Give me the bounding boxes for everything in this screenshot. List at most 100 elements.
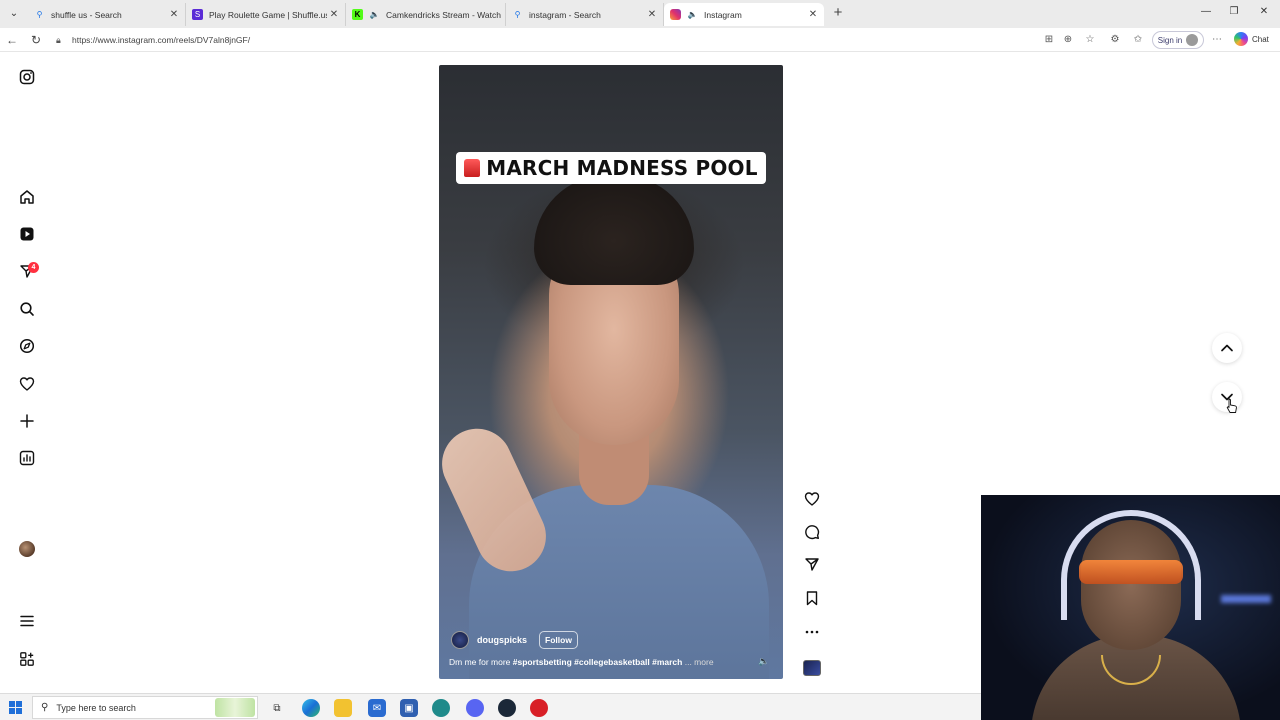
- reel-caption[interactable]: Dm me for more #sportsbetting #collegeba…: [449, 657, 749, 667]
- caption-hashtags[interactable]: #sportsbetting #collegebasketball #march: [513, 657, 683, 667]
- more-menu-icon[interactable]: [17, 611, 37, 631]
- close-tab-icon[interactable]: ✕: [327, 9, 341, 20]
- new-tab-icon[interactable]: +: [830, 5, 846, 21]
- speaker-icon: 🔈: [687, 10, 698, 19]
- create-plus-icon[interactable]: [17, 411, 37, 431]
- original-audio-thumbnail[interactable]: [803, 660, 821, 676]
- webcam-background-light: [1221, 595, 1271, 603]
- task-view-icon[interactable]: ⧉: [268, 699, 286, 717]
- notifications-heart-icon[interactable]: [17, 374, 37, 394]
- back-icon[interactable]: ←: [4, 32, 20, 48]
- close-window-icon[interactable]: ✕: [1254, 6, 1274, 17]
- browser-toolbar: ← ↻ 🔒︎ https://www.instagram.com/reels/D…: [0, 28, 1280, 52]
- copilot-chat-button[interactable]: Chat: [1234, 32, 1269, 46]
- tab-actions-menu-icon[interactable]: ⌄: [6, 6, 22, 22]
- reel-video[interactable]: MARCH MADNESS POOL dougspicks Follow Dm …: [439, 65, 783, 679]
- browser-tab-strip: ⌄ ⚲ shuffle us - Search ✕ S Play Roulett…: [0, 0, 1280, 28]
- tab-shuffle-search[interactable]: ⚲ shuffle us - Search ✕: [28, 3, 186, 26]
- store-icon[interactable]: ▣: [400, 699, 418, 717]
- author-avatar[interactable]: [451, 631, 469, 649]
- favorite-star-icon[interactable]: ☆: [1083, 33, 1097, 47]
- search-icon: ⚲: [41, 702, 49, 713]
- comment-icon[interactable]: [802, 522, 822, 542]
- reel-author: dougspicks Follow: [451, 631, 578, 649]
- close-tab-icon[interactable]: ✕: [167, 9, 181, 20]
- profile-avatar-icon: [1186, 34, 1199, 46]
- minimize-icon[interactable]: —: [1196, 6, 1216, 17]
- reels-icon[interactable]: [17, 224, 37, 244]
- tab-instagram-search[interactable]: ⚲ instagram - Search ✕: [506, 3, 664, 26]
- like-heart-icon[interactable]: [802, 489, 822, 509]
- tab-label: Instagram: [704, 9, 742, 20]
- instagram-icon: [670, 9, 681, 20]
- search-icon: ⚲: [514, 10, 521, 19]
- notification-badge: 4: [28, 262, 39, 273]
- url-text: https://www.instagram.com/reels/DV7aln8j…: [72, 35, 251, 45]
- copilot-icon: [1234, 32, 1248, 46]
- save-bookmark-icon[interactable]: [802, 588, 822, 608]
- sign-in-button[interactable]: Sign in: [1152, 31, 1204, 49]
- windows-start-icon[interactable]: [9, 701, 22, 714]
- lock-icon: 🔒︎: [56, 34, 61, 45]
- extensions-icon[interactable]: ⚙: [1108, 33, 1122, 47]
- follow-button[interactable]: Follow: [539, 631, 578, 649]
- dashboard-icon[interactable]: [17, 448, 37, 468]
- caption-more-link[interactable]: ... more: [685, 657, 714, 667]
- reel-title-banner: MARCH MADNESS POOL: [456, 152, 766, 184]
- tab-instagram[interactable]: 🔈 Instagram ✕: [664, 3, 824, 26]
- tab-label: instagram - Search: [529, 9, 601, 20]
- reader-mode-icon[interactable]: ⊕: [1061, 33, 1075, 47]
- chevron-up-icon: [1221, 344, 1233, 352]
- edge-browser-icon[interactable]: [302, 699, 320, 717]
- tab-label: Play Roulette Game | Shuffle.us | T: [209, 9, 327, 20]
- file-explorer-icon[interactable]: [334, 699, 352, 717]
- reel-banner-text: MARCH MADNESS POOL: [486, 156, 758, 180]
- siren-icon: [464, 159, 481, 177]
- tab-roulette[interactable]: S Play Roulette Game | Shuffle.us | T ✕: [186, 3, 346, 26]
- discord-icon[interactable]: [466, 699, 484, 717]
- app-icon[interactable]: [432, 699, 450, 717]
- profile-avatar[interactable]: [19, 541, 35, 557]
- address-bar[interactable]: 🔒︎ https://www.instagram.com/reels/DV7al…: [52, 31, 1152, 49]
- favorites-icon[interactable]: ✩: [1131, 33, 1145, 47]
- instagram-logo-icon[interactable]: [17, 67, 37, 87]
- search-icon: ⚲: [36, 10, 43, 19]
- explore-icon[interactable]: [17, 336, 37, 356]
- caption-text: Dm me for more: [449, 657, 513, 667]
- speaker-icon: 🔈: [369, 10, 380, 19]
- video-person-hair: [534, 175, 694, 285]
- app-available-icon[interactable]: ⊞: [1042, 33, 1056, 47]
- close-tab-icon[interactable]: ✕: [806, 9, 820, 20]
- mute-toggle-icon[interactable]: 🔈: [757, 654, 771, 668]
- also-from-meta-icon[interactable]: [17, 649, 37, 669]
- author-username[interactable]: dougspicks: [477, 635, 527, 645]
- kick-icon: K: [352, 9, 363, 20]
- restore-icon[interactable]: ❐: [1224, 6, 1244, 17]
- search-highlight-image: [215, 698, 255, 717]
- tab-kick-stream[interactable]: K 🔈 Camkendricks Stream - Watch: [346, 3, 506, 26]
- app-red-icon[interactable]: [530, 699, 548, 717]
- webcam-person-glasses: [1079, 560, 1183, 584]
- share-icon[interactable]: [802, 554, 822, 574]
- copilot-label: Chat: [1252, 34, 1269, 44]
- tab-label: Camkendricks Stream - Watch: [386, 9, 501, 20]
- taskbar-search-placeholder: Type here to search: [56, 702, 136, 713]
- screen: ⌄ ⚲ shuffle us - Search ✕ S Play Roulett…: [0, 0, 1280, 720]
- search-icon[interactable]: [17, 299, 37, 319]
- tab-label: shuffle us - Search: [51, 9, 122, 20]
- steam-icon[interactable]: [498, 699, 516, 717]
- more-options-icon[interactable]: [802, 622, 822, 642]
- windows-taskbar: ⚲ Type here to search ⧉ ✉ ▣: [0, 693, 981, 720]
- mail-icon[interactable]: ✉: [368, 699, 386, 717]
- webcam-overlay: [981, 495, 1280, 720]
- shuffle-icon: S: [192, 9, 203, 20]
- mouse-cursor-icon: [1226, 398, 1237, 413]
- close-tab-icon[interactable]: ✕: [645, 9, 659, 20]
- more-options-icon[interactable]: ⋯: [1210, 33, 1224, 47]
- refresh-icon[interactable]: ↻: [28, 32, 44, 48]
- home-icon[interactable]: [17, 187, 37, 207]
- instagram-sidebar: [0, 53, 54, 691]
- previous-reel-button[interactable]: [1212, 333, 1242, 363]
- sign-in-label: Sign in: [1157, 35, 1183, 45]
- taskbar-search-box[interactable]: ⚲ Type here to search: [32, 696, 258, 719]
